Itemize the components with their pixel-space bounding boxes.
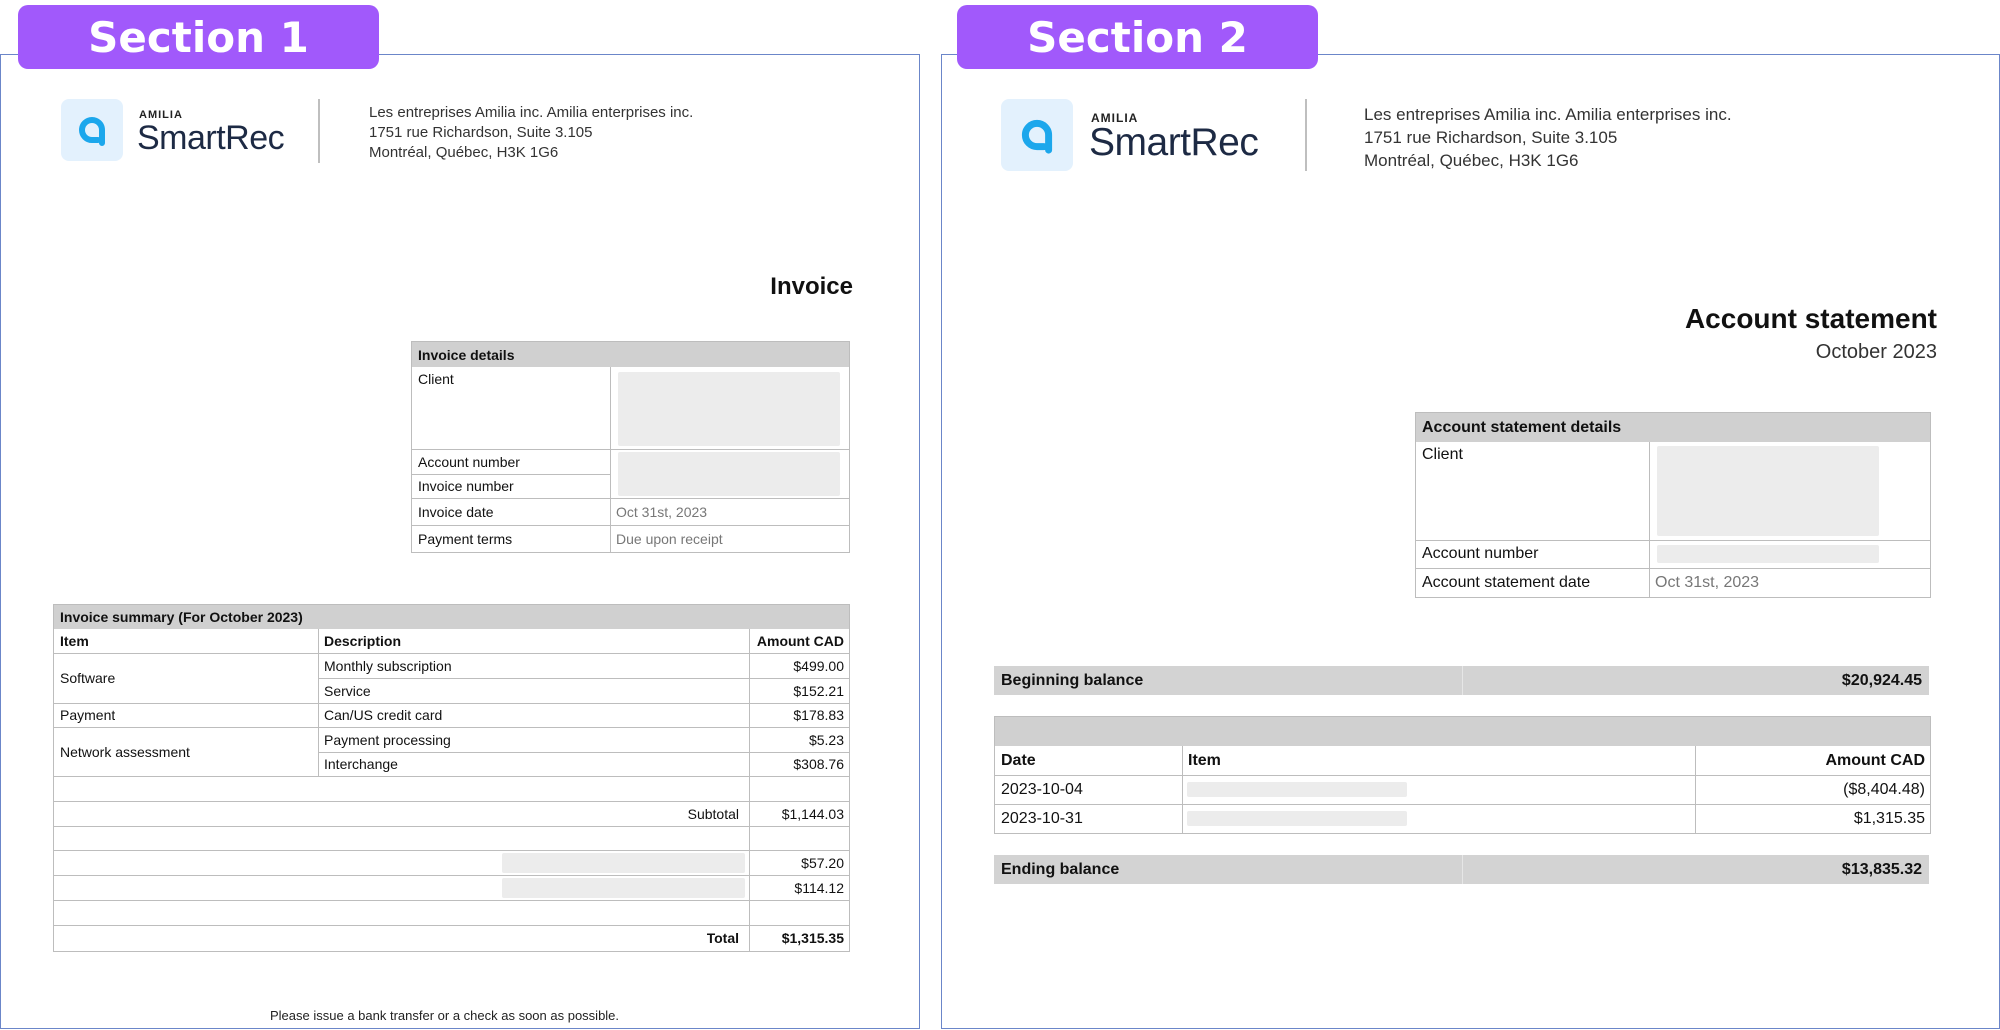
transaction-item-redacted bbox=[1187, 811, 1407, 826]
column-amount: Amount CAD bbox=[1825, 751, 1925, 769]
logo-name: SmartRec bbox=[137, 119, 285, 157]
statement-details-header: Account statement details bbox=[1422, 418, 1622, 436]
description-cell: Monthly subscription bbox=[324, 657, 452, 674]
amount-cell: $499.00 bbox=[793, 657, 844, 674]
statement-date-label: Account statement date bbox=[1422, 573, 1591, 591]
transactions-table: Date Item Amount CAD 2023-10-04 ($8,404.… bbox=[994, 716, 1931, 834]
header-divider bbox=[318, 99, 320, 163]
invoice-summary-header: Invoice summary (For October 2023) bbox=[60, 609, 303, 625]
payment-note: Please issue a bank transfer or a check … bbox=[270, 1008, 620, 1023]
total-label: Total bbox=[706, 930, 739, 946]
column-item: Item bbox=[60, 633, 89, 649]
invoice-details-header: Invoice details bbox=[418, 346, 515, 363]
amount-cell: $178.83 bbox=[793, 707, 844, 723]
tax-2-value: $114.12 bbox=[794, 879, 844, 896]
total-value: $1,315.35 bbox=[781, 930, 844, 946]
account-invoice-number-redacted bbox=[618, 452, 840, 496]
address-line-2: 1751 rue Richardson, Suite 3.105 bbox=[1364, 128, 1618, 147]
column-date: Date bbox=[1001, 751, 1036, 769]
logo-name: SmartRec bbox=[1089, 121, 1259, 164]
address-line-3: Montréal, Québec, H3K 1G6 bbox=[369, 144, 559, 161]
statement-period: October 2023 bbox=[1815, 341, 1937, 363]
tax-1-value: $57.20 bbox=[801, 854, 844, 871]
description-cell: Payment processing bbox=[324, 731, 451, 748]
invoice-title: Invoice bbox=[770, 273, 853, 300]
statement-document: AMILIA SmartRec Les entreprises Amilia i… bbox=[941, 54, 2000, 1029]
client-label: Client bbox=[418, 371, 454, 387]
amilia-logo-icon bbox=[61, 99, 123, 161]
amount-cell: $152.21 bbox=[793, 682, 844, 699]
description-cell: Can/US credit card bbox=[324, 707, 443, 723]
description-cell: Service bbox=[324, 682, 371, 699]
table-row: 2023-10-04 ($8,404.48) bbox=[995, 775, 1930, 804]
invoice-document: AMILIA SmartRec Les entreprises Amilia i… bbox=[0, 54, 920, 1029]
invoice-details-table: Invoice details Client Account number In… bbox=[411, 341, 850, 553]
account-number-redacted bbox=[1657, 545, 1879, 563]
transaction-amount: ($8,404.48) bbox=[1843, 780, 1925, 798]
ending-balance-label: Ending balance bbox=[1001, 860, 1120, 878]
statement-title: Account statement bbox=[1684, 303, 1937, 334]
statement-date-value: Oct 31st, 2023 bbox=[1655, 573, 1760, 591]
payment-terms-value: Due upon receipt bbox=[616, 530, 723, 547]
beginning-balance-bar: Beginning balance $20,924.45 bbox=[994, 666, 1929, 695]
description-cell: Interchange bbox=[324, 756, 398, 772]
address-line-3: Montréal, Québec, H3K 1G6 bbox=[1364, 151, 1579, 170]
section-2-tab: Section 2 bbox=[957, 5, 1318, 69]
invoice-date-label: Invoice date bbox=[418, 503, 494, 520]
column-item: Item bbox=[1188, 751, 1221, 769]
transaction-date: 2023-10-04 bbox=[1001, 780, 1083, 798]
ending-balance-bar: Ending balance $13,835.32 bbox=[994, 855, 1929, 884]
logo: AMILIA SmartRec bbox=[61, 99, 301, 163]
amount-cell: $308.76 bbox=[793, 756, 844, 772]
amount-cell: $5.23 bbox=[808, 731, 844, 748]
statement-details-table: Account statement details Client Account… bbox=[1415, 412, 1931, 598]
invoice-summary-table: Invoice summary (For October 2023) Item … bbox=[53, 604, 850, 952]
column-amount: Amount CAD bbox=[756, 633, 844, 649]
client-redacted bbox=[1657, 446, 1879, 536]
account-number-label: Account number bbox=[418, 453, 520, 470]
company-address: Les entreprises Amilia inc. Amilia enter… bbox=[369, 103, 693, 163]
column-description: Description bbox=[324, 633, 402, 649]
account-number-label: Account number bbox=[1422, 545, 1539, 562]
transaction-date: 2023-10-31 bbox=[1001, 809, 1083, 827]
section-1-tab: Section 1 bbox=[18, 5, 379, 69]
client-label: Client bbox=[1422, 446, 1463, 463]
subtotal-value: $1,144.03 bbox=[781, 805, 844, 822]
transaction-item-redacted bbox=[1187, 782, 1407, 797]
invoice-number-label: Invoice number bbox=[418, 478, 514, 494]
beginning-balance-label: Beginning balance bbox=[1001, 671, 1144, 689]
beginning-balance-amount: $20,924.45 bbox=[1841, 671, 1922, 689]
invoice-date-value: Oct 31st, 2023 bbox=[616, 503, 708, 520]
address-line-1: Les entreprises Amilia inc. Amilia enter… bbox=[369, 104, 694, 121]
payment-terms-label: Payment terms bbox=[418, 530, 513, 547]
subtotal-label: Subtotal bbox=[687, 805, 739, 822]
company-address: Les entreprises Amilia inc. Amilia enter… bbox=[1364, 103, 1732, 172]
transaction-amount: $1,315.35 bbox=[1853, 809, 1925, 827]
address-line-1: Les entreprises Amilia inc. Amilia enter… bbox=[1364, 105, 1732, 124]
table-row: 2023-10-31 $1,315.35 bbox=[995, 804, 1930, 833]
header-divider bbox=[1305, 99, 1307, 171]
client-redacted bbox=[618, 372, 840, 446]
address-line-2: 1751 rue Richardson, Suite 3.105 bbox=[369, 124, 593, 141]
ending-balance-amount: $13,835.32 bbox=[1841, 860, 1922, 878]
logo: AMILIA SmartRec bbox=[1001, 99, 1271, 171]
amilia-logo-icon bbox=[1001, 99, 1073, 171]
